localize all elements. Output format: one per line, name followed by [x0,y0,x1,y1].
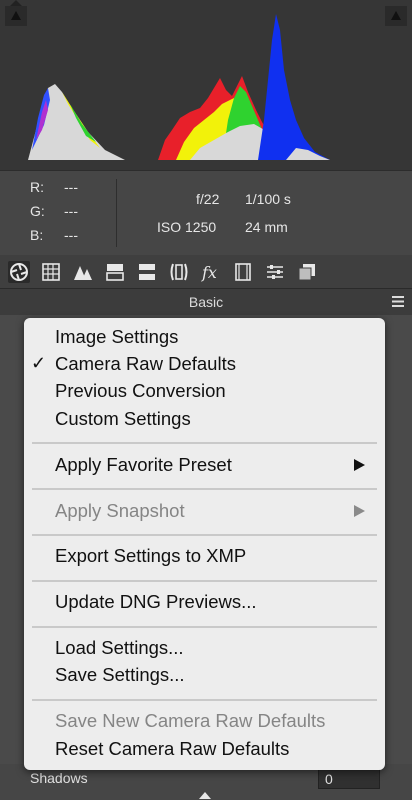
submenu-arrow-icon [354,459,365,471]
panel-flyout-menu: Image Settings ✓ Camera Raw Defaults Pre… [24,318,385,770]
panel-header: Basic [0,289,412,315]
menu-separator [32,534,377,536]
r-value: --- [64,179,78,195]
menu-separator [32,442,377,444]
svg-text:fx: fx [201,263,217,282]
tone-curve-icon[interactable] [40,261,62,283]
hsl-icon[interactable] [104,261,126,283]
b-label: B: [30,227,44,243]
menu-item-image-settings[interactable]: Image Settings [55,326,178,348]
shadows-label: Shadows [30,770,88,786]
menu-separator [32,699,377,701]
menu-item-custom-settings[interactable]: Custom Settings [55,408,191,430]
slider-caret[interactable] [199,792,211,799]
menu-separator [32,580,377,582]
presets-icon[interactable] [264,261,286,283]
menu-item-reset-camera-raw-defaults[interactable]: Reset Camera Raw Defaults [55,738,289,760]
effects-icon[interactable]: fx [200,261,222,283]
menu-item-apply-favorite-preset[interactable]: Apply Favorite Preset [55,454,232,476]
focal-length-value: 24 mm [245,219,288,235]
menu-item-camera-raw-defaults[interactable]: Camera Raw Defaults [55,353,236,375]
g-label: G: [30,203,45,219]
camera-calibration-icon[interactable] [232,261,254,283]
r-label: R: [30,179,44,195]
menu-separator [32,488,377,490]
readout-panel: R: --- G: --- B: --- f/22 1/100 s ISO 12… [0,170,412,256]
histogram-graph [5,0,407,160]
lens-corrections-icon[interactable] [168,261,190,283]
checkmark-icon: ✓ [31,353,47,373]
aperture-value: f/22 [196,191,220,207]
menu-item-save-settings[interactable]: Save Settings... [55,664,185,686]
menu-item-export-settings-xmp[interactable]: Export Settings to XMP [55,545,246,567]
detail-icon[interactable] [72,261,94,283]
menu-separator [32,626,377,628]
panel-menu-icon[interactable] [392,296,404,307]
panel-tabs-toolbar: fx [0,255,412,289]
menu-item-previous-conversion[interactable]: Previous Conversion [55,380,226,402]
split-toning-icon[interactable] [136,261,158,283]
shadows-value-input[interactable]: 0 [318,767,380,789]
b-value: --- [64,227,78,243]
shadow-clipping-warning-icon[interactable] [10,0,22,6]
submenu-arrow-icon [354,505,365,517]
histogram [0,0,412,170]
menu-item-save-new-camera-raw-defaults: Save New Camera Raw Defaults [55,710,326,731]
snapshots-icon[interactable] [296,261,318,283]
menu-item-load-settings[interactable]: Load Settings... [55,637,184,659]
iso-value: ISO 1250 [157,219,217,235]
shutter-value: 1/100 s [245,191,291,207]
menu-item-apply-snapshot: Apply Snapshot [55,500,185,521]
menu-item-update-dng-previews[interactable]: Update DNG Previews... [55,591,257,613]
basic-icon[interactable] [8,261,30,283]
g-value: --- [64,203,78,219]
panel-title: Basic [188,294,224,310]
readout-divider [116,179,117,247]
